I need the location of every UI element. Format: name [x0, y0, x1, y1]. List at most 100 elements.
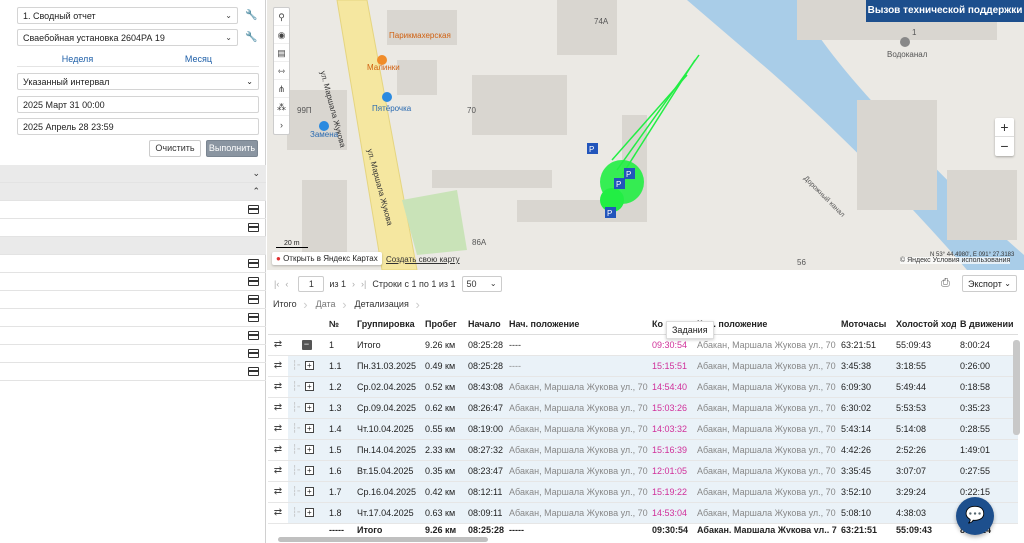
chevron-right-icon[interactable]: ›	[274, 116, 289, 134]
section-row[interactable]	[0, 291, 266, 309]
table-icon[interactable]	[248, 313, 259, 322]
repeat-icon[interactable]: ⇄	[268, 334, 288, 356]
cell-end[interactable]: 15:03:26	[648, 397, 693, 419]
export-select[interactable]: Экспорт ⌄	[962, 275, 1017, 292]
cell-end[interactable]: 15:19:22	[648, 481, 693, 503]
table-icon[interactable]	[248, 295, 259, 304]
wrench-icon[interactable]: 🔧	[245, 32, 257, 46]
next-page-icon[interactable]: ›	[352, 279, 355, 289]
repeat-icon[interactable]: ⇄	[268, 355, 288, 377]
chat-button[interactable]: 💬	[956, 497, 994, 535]
create-map-link[interactable]: Создать свою карту	[386, 255, 460, 264]
unit-select[interactable]: Сваебойная установка 2604РА 19 ⌄	[17, 29, 238, 46]
page-size-select[interactable]: 50 ⌄	[461, 275, 502, 292]
table-icon[interactable]	[248, 223, 259, 232]
crumb-date[interactable]: Дата	[311, 296, 350, 312]
col-header-end-pos[interactable]: Кон. положение	[693, 315, 837, 335]
eye-icon[interactable]: ◉	[274, 26, 289, 44]
run-button[interactable]: Выполнить	[206, 140, 258, 157]
date-to-input[interactable]: 2025 Апрель 28 23:59	[17, 118, 259, 135]
zoom-out-button[interactable]: −	[995, 137, 1014, 156]
last-page-icon[interactable]: ›|	[361, 279, 366, 289]
section-row[interactable]: ⌃	[0, 183, 266, 201]
repeat-icon[interactable]: ⇄	[268, 502, 288, 524]
zoom-in-button[interactable]: +	[995, 118, 1014, 137]
vertical-scrollbar[interactable]	[1013, 340, 1020, 435]
print-icon[interactable]: ⎙	[941, 277, 950, 290]
collapse-icon[interactable]: −	[301, 340, 312, 350]
cell-end[interactable]: 12:01:05	[648, 460, 693, 482]
table-row[interactable]: ⇄ ┆╴ +1.2 Ср.02.04.2025 0.52 км 08:43:08 Абака…	[268, 376, 1018, 398]
wrench-icon[interactable]: 🔧	[245, 10, 257, 24]
horizontal-scrollbar[interactable]	[278, 537, 488, 542]
table-row[interactable]: ⇄ ┆╴ +1.8 Чт.17.04.2025 0.63 км 08:09:11 Абака…	[268, 502, 1018, 524]
table-row[interactable]: ⇄ ┆╴ +1.1 Пн.31.03.2025 0.49 км 08:25:28 ---- 1…	[268, 355, 1018, 377]
open-yandex-button[interactable]: ● Открыть в Яндекс Картах	[272, 252, 382, 265]
map-copyright[interactable]: © Яндекс Условия использования	[900, 257, 1011, 264]
repeat-icon[interactable]: ⇄	[268, 439, 288, 461]
expand-icon[interactable]: +	[304, 382, 314, 391]
section-row[interactable]	[0, 309, 266, 327]
table-row[interactable]: ⇄ ┆╴ +1.7 Ср.16.04.2025 0.42 км 08:12:11 Абака…	[268, 481, 1018, 503]
col-header-num[interactable]: №	[325, 315, 353, 335]
date-from-input[interactable]: 2025 Март 31 00:00	[17, 96, 259, 113]
section-row[interactable]	[0, 345, 266, 363]
cell-end[interactable]: 14:03:32	[648, 418, 693, 440]
section-row[interactable]	[0, 273, 266, 291]
map-layers-icon[interactable]: ▤	[274, 44, 289, 62]
col-header-moving[interactable]: В движении	[956, 315, 1018, 335]
repeat-icon[interactable]: ⇄	[268, 481, 288, 503]
repeat-icon[interactable]: ⇄	[268, 460, 288, 482]
cell-end[interactable]: 15:16:39	[648, 439, 693, 461]
crumb-detail[interactable]: Детализация	[350, 296, 423, 312]
section-row[interactable]: ⌄	[0, 165, 266, 183]
expand-icon[interactable]: +	[304, 424, 314, 433]
clear-button[interactable]: Очистить	[149, 140, 201, 157]
section-row[interactable]	[0, 237, 266, 255]
support-button[interactable]: Вызов технической поддержки	[866, 0, 1024, 22]
ruler-icon[interactable]: ⇿	[274, 62, 289, 80]
search-icon[interactable]: ⚲	[274, 8, 289, 26]
table-icon[interactable]	[248, 277, 259, 286]
cell-end[interactable]: 14:54:40	[648, 376, 693, 398]
table-row[interactable]: ⇄ ┆╴ +1.4 Чт.10.04.2025 0.55 км 08:19:00 Абака…	[268, 418, 1018, 440]
section-row[interactable]	[0, 219, 266, 237]
expand-icon[interactable]: +	[304, 361, 314, 370]
table-icon[interactable]	[248, 367, 259, 376]
table-icon[interactable]	[248, 331, 259, 340]
map-view[interactable]: P P P P ул. Маршала Жукова ул. Маршала Ж…	[267, 0, 1024, 270]
section-row[interactable]	[0, 363, 266, 381]
table-row[interactable]: ⇄ ┆╴ +1.3 Ср.09.04.2025 0.62 км 08:26:47 Абака…	[268, 397, 1018, 419]
table-icon[interactable]	[248, 205, 259, 214]
repeat-icon[interactable]: ⇄	[268, 376, 288, 398]
table-icon[interactable]	[248, 259, 259, 268]
col-header-idle[interactable]: Холостой ход	[892, 315, 956, 335]
table-icon[interactable]	[248, 349, 259, 358]
repeat-icon[interactable]: ⇄	[268, 397, 288, 419]
cell-end[interactable]: 15:15:51	[648, 355, 693, 377]
col-header-mileage[interactable]: Пробег	[421, 315, 464, 335]
first-page-icon[interactable]: |‹	[274, 279, 279, 289]
col-header-moto[interactable]: Моточасы	[837, 315, 892, 335]
col-header-group[interactable]: Группировка	[353, 315, 421, 335]
section-row[interactable]	[0, 201, 266, 219]
section-row[interactable]	[0, 255, 266, 273]
cell-end[interactable]: 14:53:04	[648, 502, 693, 524]
chevron-down-icon[interactable]: ⌄	[252, 168, 260, 179]
expand-icon[interactable]: +	[304, 487, 314, 496]
col-header-start-pos[interactable]: Нач. положение	[505, 315, 648, 335]
expand-icon[interactable]: +	[304, 403, 314, 412]
tab-week[interactable]: Неделя	[17, 52, 138, 66]
table-row[interactable]: ⇄ ┆╴ +1.6 Вт.15.04.2025 0.35 км 08:23:47 Абака…	[268, 460, 1018, 482]
prev-page-icon[interactable]: ‹	[285, 279, 288, 289]
table-row[interactable]: ⇄ ┆╴ +1.5 Пн.14.04.2025 2.33 км 08:27:32 Абака…	[268, 439, 1018, 461]
expand-icon[interactable]: +	[304, 445, 314, 454]
report-select[interactable]: 1. Сводный отчет ⌄	[17, 7, 238, 24]
expand-icon[interactable]: +	[304, 508, 314, 517]
page-input[interactable]: 1	[298, 275, 325, 292]
route-icon[interactable]: ⋔	[274, 80, 289, 98]
col-header-start[interactable]: Начало	[464, 315, 505, 335]
expand-icon[interactable]: +	[304, 466, 314, 475]
tab-month[interactable]: Месяц	[138, 52, 259, 66]
section-row[interactable]	[0, 327, 266, 345]
